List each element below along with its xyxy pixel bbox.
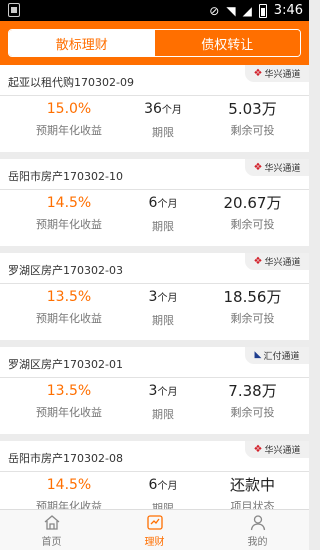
product-name: 罗湖区房产170302-01	[8, 358, 123, 371]
remaining-value: 20.67万	[223, 194, 282, 212]
product-name: 起亚以租代购170302-09	[8, 76, 134, 89]
rate-label: 预期年化收益	[36, 500, 102, 509]
remaining-column: 7.38万 剩余可投	[215, 381, 290, 420]
status-column: 还款中 项目状态	[215, 475, 290, 509]
term-label: 期限	[152, 502, 174, 509]
status-label: 项目状态	[230, 500, 275, 509]
status-time: 3:46	[273, 3, 303, 18]
channel-label: 华兴通道	[264, 164, 301, 174]
remaining-column: 20.67万 剩余可投	[215, 193, 290, 232]
segmented-tabs: 散标理财 债权转让	[8, 29, 301, 57]
remaining-value: 5.03万	[228, 100, 277, 118]
rate-column: 14.5% 预期年化收益	[25, 475, 113, 509]
status-value: 还款中	[229, 476, 275, 494]
channel-label: 汇付通道	[263, 352, 300, 362]
divider	[0, 189, 309, 190]
rate-column: 15.0% 预期年化收益	[25, 99, 113, 138]
divider	[0, 95, 309, 96]
term-label: 期限	[152, 314, 174, 327]
term-unit: 个月	[161, 105, 182, 116]
nav-invest[interactable]: 理财	[103, 510, 206, 550]
bottom-nav: 首页 理财 我的	[0, 509, 309, 550]
product-name: 罗湖区房产170302-03	[8, 264, 123, 277]
rate-label: 预期年化收益	[36, 312, 102, 325]
term-column: 6个月 期限	[135, 475, 191, 509]
huaxing-logo-icon: ❖	[253, 161, 263, 173]
product-name: 岳阳市房产170302-10	[8, 170, 123, 183]
status-icons: ⊘ ◥ ◢ 3:46	[209, 0, 303, 21]
remaining-column: 18.56万 剩余可投	[215, 287, 290, 326]
term-value: 36	[144, 101, 162, 117]
product-list[interactable]: 起亚以租代购170302-09 ❖ 华兴通道 15.0% 预期年化收益 36个月…	[0, 65, 309, 509]
product-card[interactable]: 岳阳市房产170302-08 ❖ 华兴通道 14.5% 预期年化收益 6个月 期…	[0, 441, 309, 509]
remaining-value: 7.38万	[228, 382, 277, 400]
home-icon	[44, 515, 59, 530]
remaining-label: 剩余可投	[230, 312, 275, 325]
nav-home-label: 首页	[41, 537, 62, 548]
battery-icon	[258, 3, 267, 18]
channel-badge: ❖ 华兴通道	[245, 65, 309, 82]
status-bar: ⊘ ◥ ◢ 3:46	[0, 0, 309, 21]
product-name: 岳阳市房产170302-08	[8, 452, 123, 465]
wifi-icon: ◥	[226, 3, 236, 18]
divider	[0, 471, 309, 472]
product-card[interactable]: 起亚以租代购170302-09 ❖ 华兴通道 15.0% 预期年化收益 36个月…	[0, 65, 309, 152]
rate-label: 预期年化收益	[36, 124, 102, 137]
channel-label: 华兴通道	[264, 446, 301, 456]
channel-badge: ❖ 华兴通道	[245, 441, 309, 458]
no-sim-icon: ⊘	[209, 3, 220, 18]
term-unit: 个月	[157, 293, 178, 304]
rate-value: 14.5%	[46, 477, 92, 493]
nav-mine[interactable]: 我的	[206, 510, 309, 550]
huaxing-logo-icon: ❖	[253, 67, 263, 79]
channel-label: 华兴通道	[264, 70, 301, 80]
user-icon	[250, 515, 265, 531]
header-bar: 散标理财 债权转让	[0, 21, 309, 65]
divider	[0, 283, 309, 284]
term-label: 期限	[152, 408, 174, 421]
huifu-logo-icon: ◣	[254, 350, 262, 360]
remaining-label: 剩余可投	[230, 124, 275, 137]
invest-icon	[146, 515, 163, 530]
huaxing-logo-icon: ❖	[253, 255, 263, 267]
term-unit: 个月	[157, 199, 178, 210]
channel-badge: ◣ 汇付通道	[245, 347, 309, 364]
remaining-label: 剩余可投	[230, 218, 275, 231]
remaining-value: 18.56万	[223, 288, 282, 306]
rate-label: 预期年化收益	[36, 406, 102, 419]
rate-value: 13.5%	[46, 383, 92, 399]
rate-column: 13.5% 预期年化收益	[25, 381, 113, 420]
nav-home[interactable]: 首页	[0, 510, 103, 550]
tab-debt-transfer[interactable]: 债权转让	[154, 30, 300, 56]
tab-loan-invest[interactable]: 散标理财	[9, 30, 155, 56]
nav-mine-label: 我的	[247, 537, 268, 548]
product-card[interactable]: 罗湖区房产170302-03 ❖ 华兴通道 13.5% 预期年化收益 3个月 期…	[0, 253, 309, 340]
product-card[interactable]: 罗湖区房产170302-01 ◣ 汇付通道 13.5% 预期年化收益 3个月 期…	[0, 347, 309, 434]
rate-column: 14.5% 预期年化收益	[25, 193, 113, 232]
term-label: 期限	[152, 126, 174, 139]
term-unit: 个月	[157, 387, 178, 398]
notification-icon	[8, 3, 20, 17]
term-unit: 个月	[157, 481, 178, 492]
signal-icon: ◢	[242, 3, 252, 18]
term-column: 3个月 期限	[135, 381, 191, 422]
rate-value: 13.5%	[46, 289, 92, 305]
rate-column: 13.5% 预期年化收益	[25, 287, 113, 326]
channel-badge: ❖ 华兴通道	[245, 159, 309, 176]
term-column: 3个月 期限	[135, 287, 191, 328]
term-label: 期限	[152, 220, 174, 233]
huaxing-logo-icon: ❖	[253, 443, 263, 455]
rate-value: 15.0%	[46, 101, 92, 117]
channel-badge: ❖ 华兴通道	[245, 253, 309, 270]
term-column: 6个月 期限	[135, 193, 191, 234]
divider	[0, 377, 309, 378]
remaining-column: 5.03万 剩余可投	[215, 99, 290, 138]
rate-label: 预期年化收益	[36, 218, 102, 231]
remaining-label: 剩余可投	[230, 406, 275, 419]
product-card[interactable]: 岳阳市房产170302-10 ❖ 华兴通道 14.5% 预期年化收益 6个月 期…	[0, 159, 309, 246]
term-column: 36个月 期限	[135, 99, 191, 140]
nav-invest-label: 理财	[144, 537, 165, 548]
channel-label: 华兴通道	[264, 258, 301, 268]
rate-value: 14.5%	[46, 195, 92, 211]
